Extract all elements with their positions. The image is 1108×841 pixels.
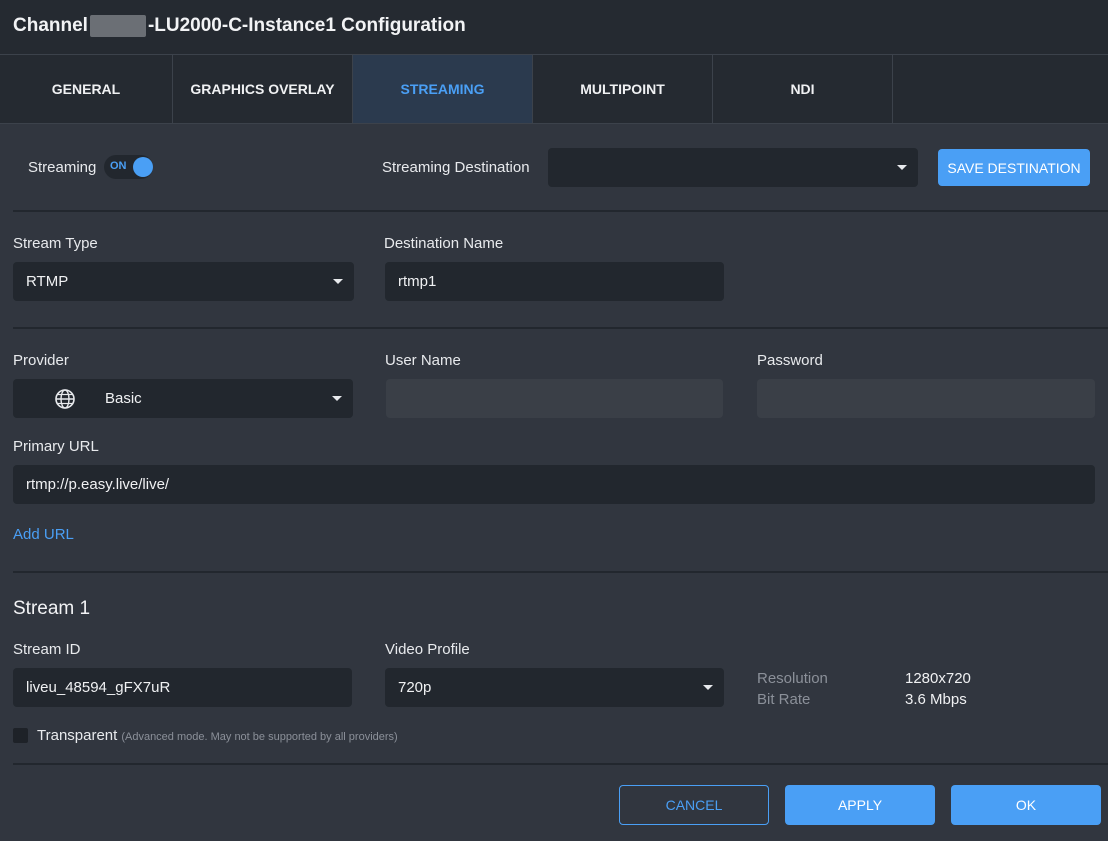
stream-type-select[interactable]: RTMP	[13, 262, 354, 301]
primary-url-input[interactable]: rtmp://p.easy.live/live/	[13, 465, 1095, 504]
stream-type-label: Stream Type	[13, 235, 98, 252]
provider-label: Provider	[13, 352, 69, 369]
bit-rate-value: 3.6 Mbps	[905, 691, 967, 708]
resolution-label: Resolution	[757, 670, 828, 687]
divider	[13, 327, 1108, 329]
transparent-label: Transparent	[37, 727, 118, 744]
tab-general[interactable]: GENERAL	[0, 55, 173, 123]
transparent-checkbox[interactable]	[13, 728, 28, 743]
password-label: Password	[757, 352, 823, 369]
streaming-destination-label: Streaming Destination	[382, 159, 530, 176]
divider	[13, 571, 1108, 573]
resolution-value: 1280x720	[905, 670, 971, 687]
chevron-down-icon	[897, 165, 907, 170]
stream-id-label: Stream ID	[13, 641, 81, 658]
bit-rate-label: Bit Rate	[757, 691, 811, 708]
provider-select[interactable]: Basic	[13, 379, 353, 418]
title-prefix: Channel	[13, 15, 88, 36]
password-input[interactable]	[757, 379, 1095, 418]
video-profile-value: 720p	[398, 679, 432, 696]
tab-multipoint[interactable]: MULTIPOINT	[533, 55, 713, 123]
tab-bar: GENERAL GRAPHICS OVERLAY STREAMING MULTI…	[0, 55, 1108, 124]
user-name-input[interactable]	[386, 379, 723, 418]
ok-button[interactable]: OK	[951, 785, 1101, 825]
stream-id-value: liveu_48594_gFX7uR	[26, 679, 171, 696]
destination-name-label: Destination Name	[384, 235, 504, 252]
streaming-toggle[interactable]: ON	[104, 155, 153, 179]
save-destination-button[interactable]: SAVE DESTINATION	[938, 149, 1090, 186]
divider	[13, 210, 1108, 212]
stream-1-heading: Stream 1	[13, 598, 91, 619]
apply-button[interactable]: APPLY	[785, 785, 935, 825]
streaming-destination-select[interactable]	[548, 148, 918, 187]
tab-ndi[interactable]: NDI	[713, 55, 893, 123]
transparent-label-group: Transparent (Advanced mode. May not be s…	[37, 727, 398, 744]
primary-url-value: rtmp://p.easy.live/live/	[26, 476, 170, 493]
chevron-down-icon	[333, 279, 343, 284]
destination-name-input[interactable]: rtmp1	[385, 262, 724, 301]
window-title: Channel -LU2000-C-Instance1 Configuratio…	[13, 15, 466, 37]
streaming-label: Streaming	[28, 159, 97, 176]
destination-name-value: rtmp1	[398, 273, 437, 290]
cancel-button[interactable]: CANCEL	[619, 785, 769, 825]
divider	[13, 763, 1108, 765]
toggle-knob	[133, 157, 153, 177]
video-profile-select[interactable]: 720p	[385, 668, 724, 707]
toggle-state-label: ON	[110, 160, 127, 172]
chevron-down-icon	[703, 685, 713, 690]
stream-type-value: RTMP	[26, 273, 69, 290]
add-url-link[interactable]: Add URL	[13, 526, 74, 543]
user-name-label: User Name	[385, 352, 461, 369]
stream-id-input[interactable]: liveu_48594_gFX7uR	[13, 668, 352, 707]
title-suffix: -LU2000-C-Instance1 Configuration	[147, 15, 466, 36]
chevron-down-icon	[332, 396, 342, 401]
provider-value: Basic	[105, 390, 142, 407]
tab-streaming[interactable]: STREAMING	[353, 55, 533, 123]
primary-url-label: Primary URL	[13, 438, 99, 455]
globe-icon	[54, 388, 76, 410]
redacted-channel-name	[89, 15, 146, 37]
title-bar: Channel -LU2000-C-Instance1 Configuratio…	[0, 0, 1108, 55]
video-profile-label: Video Profile	[385, 641, 470, 658]
tab-graphics-overlay[interactable]: GRAPHICS OVERLAY	[173, 55, 353, 123]
transparent-hint: (Advanced mode. May not be supported by …	[121, 731, 398, 743]
